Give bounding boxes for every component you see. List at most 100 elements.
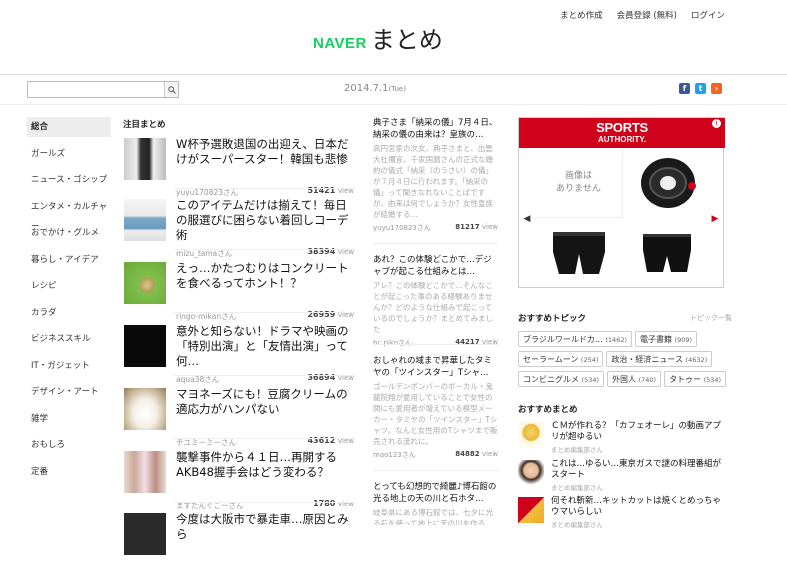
item-user[interactable]: bc.pikoさん [373, 338, 412, 348]
category-item-news[interactable]: ニュース・ゴシップ [27, 170, 111, 197]
topic-tag[interactable]: ブラジルワールドカ… (1462) [518, 331, 633, 347]
item-description: アレ？この体験どこかで…そんなことが起こった事のある経験ありませんか？どのような… [373, 281, 493, 334]
topic-tag[interactable]: タトゥー (534) [664, 371, 727, 387]
no-image-placeholder[interactable]: 画像は ありません [535, 148, 623, 218]
ad-info-icon[interactable]: i [712, 119, 721, 128]
recommended-thumbnail [518, 460, 544, 486]
ad-prev-arrow-icon[interactable]: ◀ [523, 213, 531, 225]
category-item-design[interactable]: デザイン・アート [27, 382, 111, 409]
topics-more-link[interactable]: トピック一覧 [690, 313, 732, 323]
ad-next-arrow-icon[interactable]: ▶ [711, 213, 719, 225]
topic-tag[interactable]: 外国人 (740) [607, 371, 662, 387]
category-item-outing[interactable]: おでかけ・グルメ [27, 223, 111, 250]
item-title[interactable]: W杯予選敗退国の出迎え、日本だけがスーパースター！韓国も悲惨 [176, 137, 356, 167]
tag-name: ブラジルワールドカ… [523, 335, 603, 344]
product-image-swimwear[interactable] [623, 218, 711, 288]
item-title[interactable]: 今度は大阪市で暴走車…原因とみら [176, 512, 356, 542]
view-suffix: view [481, 223, 498, 231]
topic-tag[interactable]: 電子書籍 (909) [635, 331, 698, 347]
item-title[interactable]: えっ…かたつむりはコンクリートを食べるってホント！？ [176, 261, 356, 291]
advertisement[interactable]: SPORTS AUTHORITY. i 画像は ありません ◀ ▶ [518, 117, 725, 288]
list-item[interactable]: えっ…かたつむりはコンクリートを食べるってホント！？ ringo-mikanさん… [124, 261, 356, 322]
item-user[interactable]: yuyu170823さん [373, 223, 431, 233]
item-divider [174, 375, 354, 376]
topic-tags: ブラジルワールドカ… (1462) 電子書籍 (909) セーラームーン (25… [518, 331, 728, 387]
register-link[interactable]: 会員登録 (無料) [617, 9, 677, 21]
list-item[interactable]: おしゃれの域まで昇華したタミヤの「ツインスター」Tシャ… ゴールデンボンバーのボ… [373, 355, 498, 460]
recommended-item-title[interactable]: 何それ斬新…キットカットは焼くとめっちゃウマいらしい [551, 496, 723, 518]
item-divider [174, 188, 354, 189]
item-title[interactable]: 意外と知らない！ドラマや映画の「特別出演」と「友情出演」って何… [176, 324, 356, 369]
tag-count: (254) [580, 356, 599, 364]
category-item-recipe[interactable]: レシピ [27, 276, 111, 303]
item-divider [373, 243, 498, 244]
thumbnail-image [124, 451, 166, 493]
thumbnail-image [124, 262, 166, 304]
list-item[interactable]: 今度は大阪市で暴走車…原因とみら [124, 512, 356, 573]
item-views: 81217 view [455, 223, 498, 233]
category-item-living[interactable]: 暮らし・アイデア [27, 250, 111, 277]
category-item-standard[interactable]: 定番 [27, 462, 111, 489]
item-title[interactable]: 襲撃事件から４１日…再開するAKB48握手会はどう変わる？ [176, 450, 356, 480]
recommended-item-title[interactable]: これは…ゆるい…東京ガスで謎の料理番組がスタート [551, 459, 723, 481]
list-item[interactable]: マヨネーズにも！豆腐クリームの適応力がハンパない チユミーミーさん 43612 … [124, 387, 356, 448]
recommended-item-title[interactable]: ＣＭが作れる？「カフェオーレ」の動画アプリが超ゆるい [551, 421, 723, 443]
item-divider [174, 502, 354, 503]
category-item-girls[interactable]: ガールズ [27, 144, 111, 171]
category-item-body[interactable]: カラダ [27, 303, 111, 330]
logo-brand: NAVER [313, 35, 367, 52]
thumbnail-image [124, 513, 166, 555]
topic-tag[interactable]: コンビニグルメ (534) [518, 371, 605, 387]
social-links: f t › [679, 83, 722, 94]
item-title[interactable]: とっても幻想的で綺麗♪博石館の光る地上の天の川と石ホタ… [373, 481, 498, 505]
item-views: 1780 view [313, 499, 354, 508]
search-button[interactable] [164, 82, 178, 97]
list-item[interactable]: このアイテムだけは揃えて！毎日の服選びに困らない着回しコーデ術 mizu_tam… [124, 198, 356, 259]
twitter-icon[interactable]: t [695, 83, 706, 94]
product-image-swimwear[interactable] [535, 218, 623, 288]
search-input[interactable] [28, 82, 164, 97]
date-weekday: (Tue) [388, 85, 406, 93]
list-item[interactable]: W杯予選敗退国の出迎え、日本だけがスーパースター！韓国も悲惨 yuyu17082… [124, 137, 356, 198]
ad-brand-line2: AUTHORITY. [598, 135, 646, 144]
category-item-funny[interactable]: おもしろ [27, 435, 111, 462]
current-date: 2014.7.1(Tue) [344, 83, 406, 94]
rss-icon[interactable]: › [711, 83, 722, 94]
recommended-item-user[interactable]: まとめ編集部さん [551, 482, 603, 492]
item-divider [373, 470, 498, 471]
ad-brand-line1: SPORTS [596, 120, 648, 135]
item-divider [174, 249, 354, 250]
category-item-it[interactable]: IT・ガジェット [27, 356, 111, 383]
view-count: 81217 [455, 223, 480, 231]
list-item[interactable]: 意外と知らない！ドラマや映画の「特別出演」と「友情出演」って何… aqua38さ… [124, 324, 356, 385]
item-title[interactable]: おしゃれの域まで昇華したタミヤの「ツインスター」Tシャ… [373, 355, 498, 379]
search-box [27, 81, 179, 98]
recommended-item-user[interactable]: まとめ編集部さん [551, 519, 603, 529]
item-title[interactable]: 典子さま「納采の儀」7月４日、納采の儀の由来は？皇族の… [373, 117, 498, 141]
list-item[interactable]: 典子さま「納采の儀」7月４日、納采の儀の由来は？皇族の… 高円宮家の次女、典子さ… [373, 117, 498, 233]
facebook-icon[interactable]: f [679, 83, 690, 94]
item-title[interactable]: マヨネーズにも！豆腐クリームの適応力がハンパない [176, 387, 356, 417]
tag-name: 電子書籍 [640, 335, 673, 344]
view-count: 1780 [313, 499, 336, 508]
list-item[interactable]: あれ？この体験どこかで…デジャブが起こる仕組みとは… アレ？この体験どこかで…そ… [373, 254, 498, 348]
recommended-item-user[interactable]: まとめ編集部さん [551, 444, 603, 454]
swimwear-icon [553, 232, 605, 274]
item-title[interactable]: あれ？この体験どこかで…デジャブが起こる仕組みとは… [373, 254, 498, 278]
item-divider [373, 344, 498, 345]
login-link[interactable]: ログイン [691, 9, 725, 21]
category-item-entertainment[interactable]: エンタメ・カルチャー [27, 197, 111, 232]
create-matome-link[interactable]: まとめ作成 [560, 9, 603, 21]
category-item-business[interactable]: ビジネススキル [27, 329, 111, 356]
item-user[interactable]: mao123さん [373, 450, 416, 460]
site-logo[interactable]: NAVER まとめ [313, 20, 443, 55]
tag-name: コンビニグルメ [523, 375, 579, 384]
item-title[interactable]: このアイテムだけは揃えて！毎日の服選びに困らない着回しコーデ術 [176, 198, 356, 243]
topic-tag[interactable]: 政治・経済ニュース (4632) [606, 351, 713, 367]
list-item[interactable]: とっても幻想的で綺麗♪博石館の光る地上の天の川と石ホタ… 岐阜県にある博石館では… [373, 481, 498, 525]
recommended-thumbnail [518, 422, 544, 448]
category-item-all[interactable]: 総合 [27, 117, 111, 137]
topic-tag[interactable]: セーラームーン (254) [518, 351, 604, 367]
category-item-trivia[interactable]: 雑学 [27, 409, 111, 436]
product-image-ball[interactable] [623, 148, 711, 218]
